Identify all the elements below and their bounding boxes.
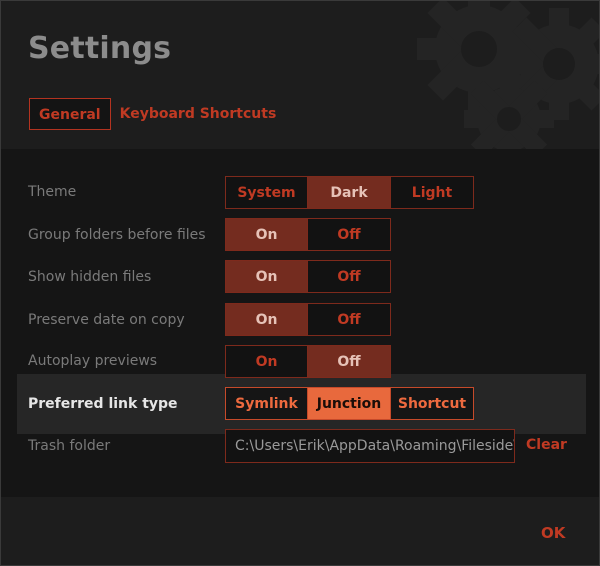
preserve-date-off-button[interactable]: Off <box>308 303 391 336</box>
link-type-selector: Symlink Junction Shortcut <box>225 387 474 420</box>
preserve-date-toggle: On Off <box>225 303 391 336</box>
hidden-files-toggle: On Off <box>225 260 391 293</box>
autoplay-toggle: On Off <box>225 345 391 378</box>
trash-folder-label: Trash folder <box>28 438 111 454</box>
theme-selector: System Dark Light <box>225 176 474 209</box>
hidden-files-off-button[interactable]: Off <box>308 260 391 293</box>
settings-footer <box>1 497 599 565</box>
theme-label: Theme <box>28 184 77 200</box>
tab-keyboard-shortcuts[interactable]: Keyboard Shortcuts <box>111 98 286 130</box>
autoplay-on-button[interactable]: On <box>225 345 308 378</box>
theme-dark-button[interactable]: Dark <box>308 176 391 209</box>
theme-light-button[interactable]: Light <box>391 176 474 209</box>
tab-general[interactable]: General <box>29 98 111 130</box>
page-title: Settings <box>28 31 172 66</box>
group-folders-off-button[interactable]: Off <box>308 218 391 251</box>
trash-folder-input[interactable]: C:\Users\Erik\AppData\Roaming\Fileside\T… <box>225 429 515 463</box>
group-folders-label: Group folders before files <box>28 227 206 243</box>
hidden-files-label: Show hidden files <box>28 269 152 285</box>
settings-header: Settings General Keyboard Shortcuts <box>1 1 599 154</box>
clear-button[interactable]: Clear <box>526 437 567 453</box>
autoplay-off-button[interactable]: Off <box>308 345 391 378</box>
tab-bar: General Keyboard Shortcuts <box>29 98 285 130</box>
autoplay-label: Autoplay previews <box>28 353 158 369</box>
settings-window: Settings General Keyboard Shortcuts Them… <box>0 0 600 566</box>
link-type-label: Preferred link type <box>28 396 178 412</box>
hidden-files-on-button[interactable]: On <box>225 260 308 293</box>
link-type-symlink-button[interactable]: Symlink <box>225 387 308 420</box>
ok-button[interactable]: OK <box>541 524 565 542</box>
link-type-junction-button[interactable]: Junction <box>308 387 391 420</box>
preserve-date-label: Preserve date on copy <box>28 312 185 328</box>
link-type-shortcut-button[interactable]: Shortcut <box>391 387 474 420</box>
theme-system-button[interactable]: System <box>225 176 308 209</box>
group-folders-toggle: On Off <box>225 218 391 251</box>
preserve-date-on-button[interactable]: On <box>225 303 308 336</box>
gear-icon <box>417 1 599 154</box>
group-folders-on-button[interactable]: On <box>225 218 308 251</box>
